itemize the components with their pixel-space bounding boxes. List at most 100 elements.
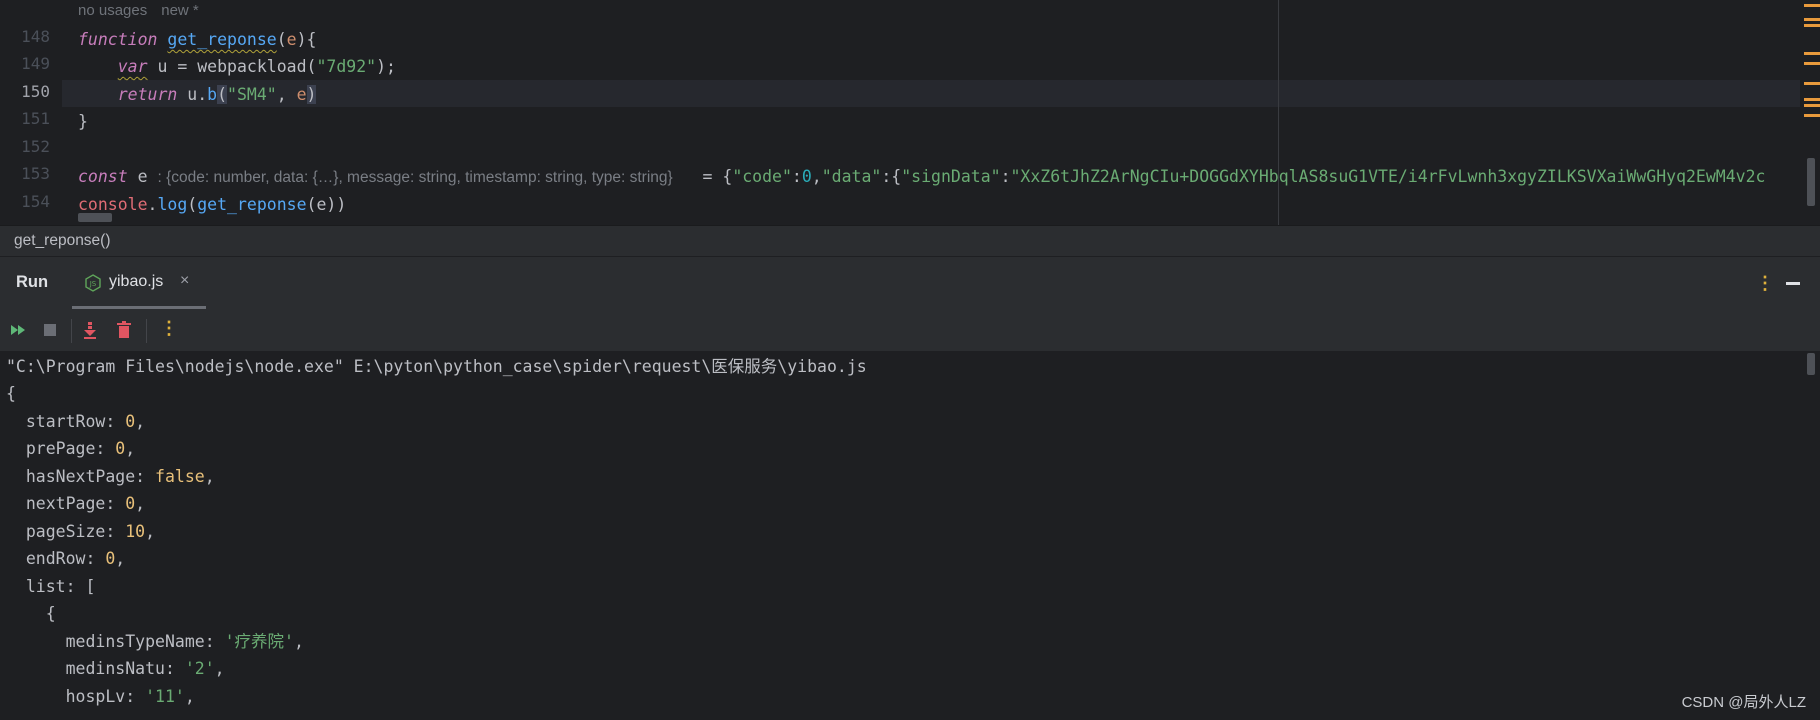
field-value: '2'	[184, 659, 215, 678]
field-key: medinsNatu	[65, 659, 165, 678]
output-line: hasNextPage: false,	[25, 467, 215, 486]
function-name[interactable]: get_reponse	[167, 30, 276, 49]
code-line-151[interactable]: }	[78, 108, 88, 135]
output-line: hospLv: '11',	[65, 687, 195, 706]
breadcrumb-item[interactable]: get_reponse()	[14, 232, 111, 250]
field-key: hospLv	[65, 687, 126, 706]
code-text: .	[147, 195, 158, 214]
minimize-icon[interactable]	[1786, 282, 1800, 285]
method-call: b	[207, 85, 218, 104]
code-text: u.	[177, 85, 208, 104]
code-text: :	[791, 167, 802, 186]
code-text: (	[187, 195, 198, 214]
field-value: 0	[115, 439, 126, 458]
tab-yibao-js[interactable]: JS yibao.js ×	[72, 257, 206, 309]
code-line-150[interactable]: return u.b("SM4", e)	[78, 81, 317, 108]
string-literal: "data"	[821, 167, 882, 186]
line-number: 151	[21, 109, 50, 128]
code-text: u = webpackload(	[147, 57, 317, 76]
warning-mark[interactable]	[1804, 98, 1820, 101]
close-icon[interactable]: ×	[180, 272, 189, 290]
run-toolwindow-header: Run JS yibao.js × ⋮	[0, 256, 1820, 309]
param-e: e	[286, 30, 297, 49]
tab-label: yibao.js	[109, 273, 164, 290]
output-line: {	[6, 600, 56, 627]
rerun-icon[interactable]	[8, 320, 28, 340]
field-key: startRow	[25, 412, 106, 431]
warning-mark[interactable]	[1804, 4, 1820, 7]
code-line-149[interactable]: var u = webpackload("7d92");	[78, 53, 396, 80]
console-output[interactable]: "C:\Program Files\nodejs\node.exe" E:\py…	[0, 351, 1820, 720]
string-literal: "SM4"	[227, 85, 277, 104]
warning-mark[interactable]	[1804, 18, 1820, 21]
warning-mark[interactable]	[1804, 82, 1820, 85]
string-literal: "code"	[732, 167, 792, 186]
field-key: pageSize	[25, 522, 106, 541]
run-title: Run	[16, 273, 49, 291]
usages-count[interactable]: no usages	[78, 2, 147, 19]
field-value: 0	[125, 494, 136, 513]
scroll-to-end-icon[interactable]	[80, 320, 100, 340]
svg-text:JS: JS	[89, 280, 97, 288]
brace: {	[45, 604, 56, 623]
field-key: prePage	[25, 439, 96, 458]
string-literal: "7d92"	[316, 57, 377, 76]
output-line: medinsTypeName: '疗养院',	[65, 632, 304, 651]
output-line: medinsNatu: '2',	[65, 659, 225, 678]
bracket: [	[85, 577, 96, 596]
console-vertical-scrollbar[interactable]	[1807, 353, 1815, 375]
more-options-icon[interactable]: ⋮	[160, 318, 178, 339]
line-number: 153	[21, 164, 50, 183]
field-key: hasNextPage	[25, 467, 136, 486]
field-key: list	[25, 577, 66, 596]
more-options-icon[interactable]: ⋮	[1756, 273, 1774, 294]
field-value: 0	[125, 412, 136, 431]
code-text: );	[376, 57, 396, 76]
method-call: log	[157, 195, 188, 214]
code-text: :{	[881, 167, 902, 186]
number-literal: 0	[801, 167, 812, 186]
code-text: ,	[276, 85, 297, 104]
line-number-gutter: 148 149 150 151 152 153 154	[0, 0, 62, 225]
code-text: (e))	[306, 195, 347, 214]
paren: (	[276, 30, 287, 49]
stop-icon[interactable]	[40, 320, 60, 340]
code-line-153[interactable]: const e : {code: number, data: {…}, mess…	[78, 163, 1765, 190]
clear-all-icon[interactable]	[114, 320, 134, 340]
param-e: e	[296, 85, 307, 104]
type-inlay-hint[interactable]: : {code: number, data: {…}, message: str…	[157, 169, 672, 186]
output-line: nextPage: 0,	[25, 494, 146, 513]
warning-mark[interactable]	[1804, 52, 1820, 55]
code-line-154[interactable]: console.log(get_reponse(e))	[78, 191, 346, 218]
line-number: 154	[21, 192, 50, 211]
warning-mark[interactable]	[1804, 104, 1820, 107]
field-value: 10	[125, 522, 146, 541]
error-stripe[interactable]	[1802, 0, 1820, 225]
code-editor[interactable]: 148 149 150 151 152 153 154 no usages new…	[0, 0, 1820, 225]
warning-mark[interactable]	[1804, 62, 1820, 65]
output-line: endRow: 0,	[25, 549, 126, 568]
breadcrumb[interactable]: get_reponse()	[0, 225, 1820, 256]
code-text: ,	[811, 167, 822, 186]
output-line: prePage: 0,	[25, 439, 136, 458]
toolbar-separator	[71, 319, 72, 343]
field-key: medinsTypeName	[65, 632, 205, 651]
warning-mark[interactable]	[1804, 114, 1820, 117]
watermark: CSDN @局外人LZ	[1681, 694, 1806, 711]
warning-mark[interactable]	[1804, 24, 1820, 27]
output-line: pageSize: 10,	[25, 522, 156, 541]
horizontal-scrollbar[interactable]	[78, 213, 112, 222]
field-value: false	[155, 467, 205, 486]
function-call: get_reponse	[197, 195, 307, 214]
code-text: = {	[702, 167, 733, 186]
keyword-const: const	[78, 167, 128, 186]
field-value: 0	[105, 549, 116, 568]
paren-brace: ){	[296, 30, 317, 49]
line-number: 148	[21, 27, 50, 46]
paren-match: (	[217, 85, 228, 104]
code-line-148[interactable]: function get_reponse(e){	[78, 26, 316, 53]
usages-new: new *	[161, 2, 199, 19]
usages-hint[interactable]: no usages new *	[78, 2, 213, 19]
toolbar-separator	[146, 319, 147, 343]
field-key: nextPage	[25, 494, 106, 513]
